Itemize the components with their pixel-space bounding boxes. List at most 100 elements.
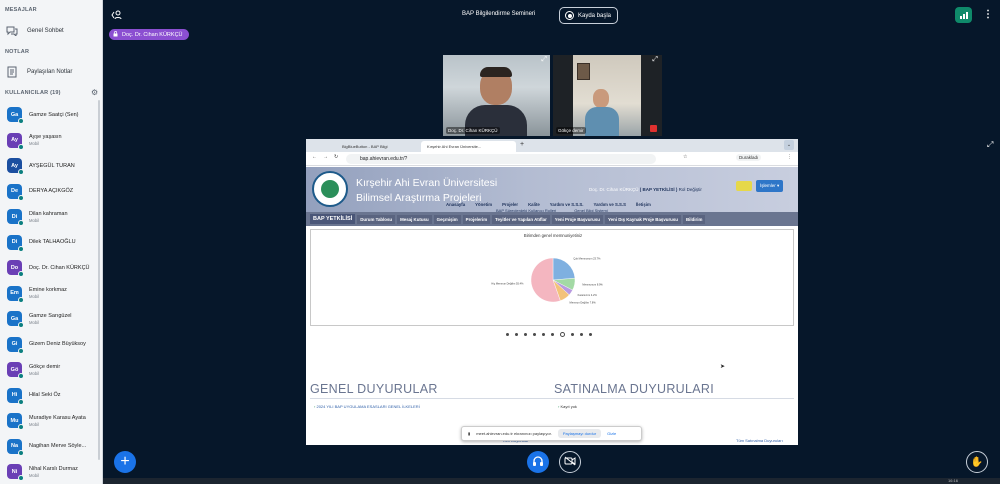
user-list-item[interactable]: Ay AYŞEGÜL TURAN (7, 158, 99, 175)
user-list-item[interactable]: Di Dilan kahraman Mobil (7, 209, 99, 226)
user-list-item[interactable]: Ga Gamze Saatçi (Sen) (7, 107, 99, 124)
user-list-item[interactable]: Hi Hilal Seki Öz (7, 387, 99, 405)
nav-item[interactable]: BAP YETKİLİSİ (310, 214, 356, 224)
user-info: Gökçe demir Mobil (29, 364, 60, 376)
site-user-role: ( BAP YETKİLİSİ ) (639, 187, 678, 192)
nav-item[interactable]: Projelerim (462, 214, 491, 224)
user-list-item[interactable]: Di Dilek TALHAOĞLU (7, 234, 99, 252)
users-settings-gear-icon[interactable]: ⚙ (91, 88, 98, 97)
browser-menu-icon[interactable]: ⋮ (787, 154, 792, 160)
site-link[interactable]: Kalite (528, 202, 540, 207)
microphone-status-icon (18, 220, 24, 226)
reload-icon[interactable]: ↻ (334, 154, 338, 160)
user-info: Muradiye Karasu Ayata Mobil (29, 415, 86, 427)
url-text: bap.ahievran.edu.tr/? (360, 156, 408, 162)
user-list-toggle-icon[interactable] (111, 10, 122, 23)
site-link[interactable]: Yönetim (475, 202, 492, 207)
nav-item[interactable]: Mesaj Kutusu (397, 214, 432, 224)
public-chat-link[interactable]: Genel Sohbet (5, 24, 64, 38)
camera-toggle-button[interactable] (559, 451, 581, 473)
user-list-item[interactable]: Mu Muradiye Karasu Ayata Mobil (7, 413, 99, 430)
user-list-item[interactable]: De DERYA AÇIKGÖZ (7, 183, 99, 201)
record-button[interactable]: Kayda başla (559, 7, 618, 24)
site-menu-button[interactable]: İşlemler ▾ (756, 180, 784, 192)
audio-headphones-button[interactable] (527, 451, 549, 473)
raise-hand-button[interactable]: ✋ (966, 451, 988, 473)
forward-icon[interactable]: → (323, 154, 328, 160)
site-link[interactable]: Projeler (502, 202, 518, 207)
user-list-item[interactable]: Gi Gizem Deniz Büyüksoy (7, 336, 99, 354)
carousel-dot[interactable] (571, 333, 574, 336)
shared-notes-link[interactable]: Paylaşılan Notlar (5, 65, 72, 79)
sidebar-scrollbar[interactable] (98, 100, 100, 460)
user-info: Gizem Deniz Büyüksoy (29, 341, 86, 347)
carousel-dot[interactable] (524, 333, 527, 336)
screen-share[interactable]: BigBlueButton - BAP Bilgi Kırşehir Ahi E… (306, 139, 798, 445)
pie-slice (552, 257, 576, 281)
fullscreen-icon[interactable]: ⤢ (987, 140, 993, 150)
nav-item[interactable]: Yeni Dış Kaynak Proje Başvurusu (604, 214, 681, 224)
avatar: Ga (7, 107, 24, 124)
announcement-text: 2024 YILI BAP UYGULAMA ESASLARI GENEL İL… (316, 404, 420, 409)
tab-title: BigBlueButton - BAP Bilgi (342, 144, 388, 149)
announcement-item[interactable]: › 2024 YILI BAP UYGULAMA ESASLARI GENEL … (314, 404, 420, 409)
presenter-name: Doç. Dr. Cihan KÜRKÇÜ (122, 31, 183, 38)
nav-item[interactable]: Bildirim (683, 214, 706, 224)
carousel-dot[interactable] (589, 333, 592, 336)
user-list-item[interactable]: Ni Nihal Karslı Durmaz Mobil (7, 464, 99, 481)
options-menu-icon[interactable]: ⋮ (983, 9, 993, 20)
user-list-item[interactable]: Ay Ayşe yaşasın Mobil (7, 132, 99, 150)
webcam-expand-icon[interactable]: ⤢ (652, 56, 658, 64)
webcam-name: Gökçe demir (556, 127, 586, 134)
notes-section-title: NOTLAR (5, 49, 30, 55)
avatar-initials: Ga (10, 315, 19, 322)
stop-sharing-button[interactable]: Paylaşmayı durdur (557, 429, 602, 438)
site-link[interactable]: Yardım ve S.S.S. (550, 202, 584, 207)
all-purchases-link[interactable]: Tüm Satınalma Duyuruları (736, 438, 783, 443)
role-change-link[interactable]: Rol Değiştir (679, 187, 702, 192)
back-icon[interactable]: ← (312, 154, 317, 160)
site-link[interactable]: Anasayfa (446, 202, 465, 207)
webcam-tile[interactable]: ⤢ Doç. Dr. Cihan KÜRKÇÜ (443, 55, 550, 136)
profile-chip[interactable]: Durakladı (736, 154, 762, 161)
nav-item[interactable]: Yeni Proje Başvurusu (551, 214, 603, 224)
webcam-expand-icon[interactable]: ⤢ (541, 56, 547, 64)
address-bar[interactable]: bap.ahievran.edu.tr/? (346, 154, 656, 164)
webcam-tile[interactable]: ⤢ Gökçe demir (553, 55, 662, 136)
nav-item[interactable]: Geçmişim (433, 214, 461, 224)
user-list-item[interactable]: Do Doç. Dr. Cihan KÜRKÇÜ (7, 260, 99, 277)
carousel-dot[interactable] (533, 333, 536, 336)
purchase-item: › Kayıt yok (558, 404, 577, 409)
site-link[interactable]: Yardım ve S.S.S (593, 202, 625, 207)
user-info: Dilan kahraman Mobil (29, 211, 68, 223)
connection-status-icon[interactable] (955, 7, 972, 23)
user-list-item[interactable]: Ga Gamze Sarıgüzel Mobil (7, 311, 99, 328)
hide-toast-button[interactable]: Gizle (607, 431, 616, 436)
nav-item[interactable]: Teyitler ve Yapılan Atıflar (492, 214, 550, 224)
carousel-dot[interactable] (580, 333, 583, 336)
add-action-button[interactable]: + (114, 451, 136, 473)
new-tab-icon[interactable]: + (520, 141, 524, 148)
user-list-item[interactable]: Gö Gökçe demir Mobil (7, 362, 99, 379)
browser-tab-active[interactable]: Kırşehir Ahi Evran Üniversite... (421, 141, 516, 152)
user-name: Gamze Sarıgüzel (29, 312, 72, 319)
carousel-dot[interactable] (551, 333, 554, 336)
user-list-item[interactable]: Na Nagihan Merve Söyle... (7, 438, 99, 456)
share-indicator-icon: ▮ (468, 431, 471, 436)
star-icon[interactable]: ☆ (683, 154, 687, 160)
avatar-initials: Mu (10, 417, 19, 424)
microphone-status-icon (18, 194, 24, 201)
notification-bell-icon[interactable] (736, 181, 752, 191)
carousel-dot-active[interactable] (560, 332, 565, 337)
user-list-item[interactable]: Em Emine korkmaz Mobil (7, 285, 99, 303)
browser-menu-chevron-icon[interactable]: ⌄ (784, 140, 794, 150)
site-link[interactable]: İletişim (636, 202, 651, 207)
user-info: AYŞEGÜL TURAN (29, 163, 75, 169)
carousel-dot[interactable] (542, 333, 545, 336)
pie-chart: Çok Memnunum 23.7% Memnunum 8.9% Kararsızı… (491, 256, 603, 304)
browser-tab[interactable]: BigBlueButton - BAP Bilgi (336, 141, 418, 152)
toast-text: meet.ahievran.edu.tr ekranınızı paylaşıy… (476, 431, 552, 436)
carousel-dot[interactable] (515, 333, 518, 336)
carousel-dot[interactable] (506, 333, 509, 336)
nav-item[interactable]: Durum Tablosu (357, 214, 396, 224)
